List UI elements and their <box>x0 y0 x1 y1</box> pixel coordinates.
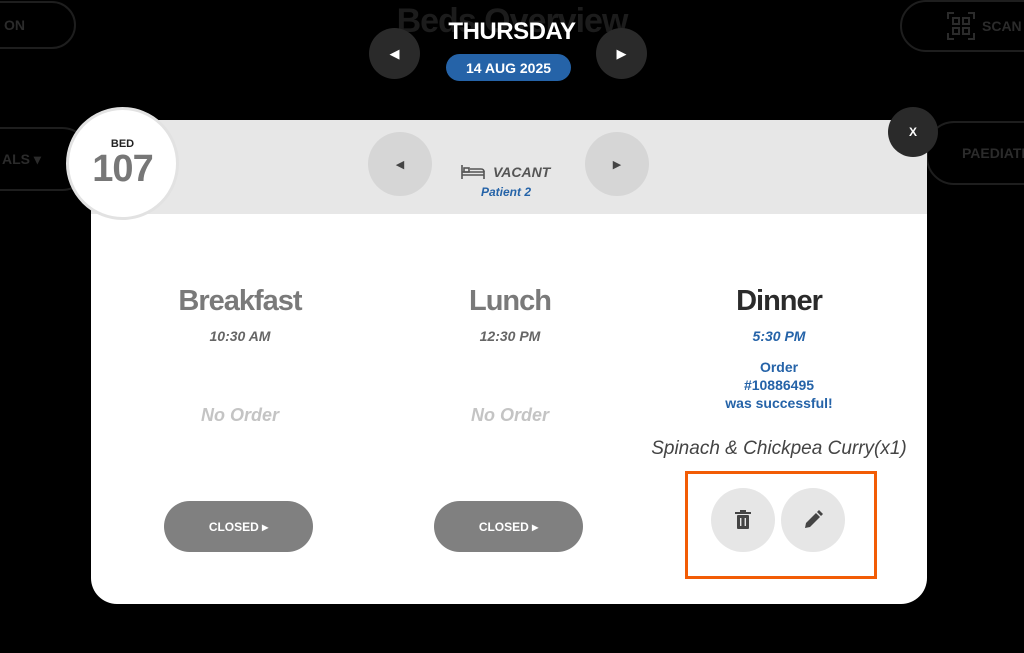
close-modal-button[interactable]: X <box>888 107 938 157</box>
previous-bed-button[interactable]: ◀ <box>368 132 432 196</box>
modal-header: ◀ VACANT Patient 2 ▶ <box>91 120 927 214</box>
edit-order-button[interactable] <box>781 488 845 552</box>
meal-order-status: No Order <box>470 405 549 425</box>
close-icon: X <box>908 125 917 139</box>
trash-icon <box>735 510 751 529</box>
next-day-button[interactable]: ▶ <box>596 28 647 79</box>
meal-time: 12:30 PM <box>479 328 541 344</box>
date-badge[interactable]: 14 AUG 2025 <box>446 54 571 81</box>
meal-order-status: No Order <box>200 405 279 425</box>
background-filter-label: ALS ▾ <box>2 150 41 167</box>
right-arrow-icon: ▶ <box>616 45 627 61</box>
lunch-closed-button[interactable]: CLOSED ▸ <box>434 501 583 552</box>
meal-time: 10:30 AM <box>209 328 271 344</box>
order-number: #10886495 <box>743 377 815 393</box>
patient-name: Patient 2 <box>481 185 532 199</box>
bed-icon <box>461 165 485 179</box>
meal-dinner: Dinner 5:30 PM <box>664 285 894 344</box>
bed-status-label: VACANT <box>493 164 551 180</box>
order-confirmation: Order #10886495 was successful! <box>664 358 894 412</box>
bed-number-badge: BED 107 <box>66 107 179 220</box>
meal-lunch: Lunch 12:30 PM <box>395 285 625 344</box>
meal-name: Dinner <box>736 285 823 317</box>
next-bed-button[interactable]: ▶ <box>585 132 649 196</box>
order-confirmation-line: was successful! <box>725 395 833 411</box>
right-arrow-icon: ▶ <box>612 158 622 171</box>
bed-number: 107 <box>92 147 153 190</box>
pencil-icon <box>805 510 823 528</box>
ordered-item: Spinach & Chickpea Curry(x1) <box>651 438 907 459</box>
background-ward-label: PAEDIATR <box>962 145 1024 161</box>
left-arrow-icon: ◀ <box>389 45 400 61</box>
delete-order-button[interactable] <box>711 488 775 552</box>
day-title: THURSDAY <box>448 18 576 45</box>
left-arrow-icon: ◀ <box>395 158 405 171</box>
order-confirmation-line: Order <box>759 359 799 375</box>
bed-status: VACANT <box>461 164 550 180</box>
meal-time: 5:30 PM <box>752 328 806 344</box>
background-ward-button: PAEDIATR <box>926 121 1024 185</box>
breakfast-closed-button[interactable]: CLOSED ▸ <box>164 501 313 552</box>
meal-name: Lunch <box>469 285 552 317</box>
meal-breakfast: Breakfast 10:30 AM <box>125 285 355 344</box>
meal-name: Breakfast <box>178 285 302 317</box>
